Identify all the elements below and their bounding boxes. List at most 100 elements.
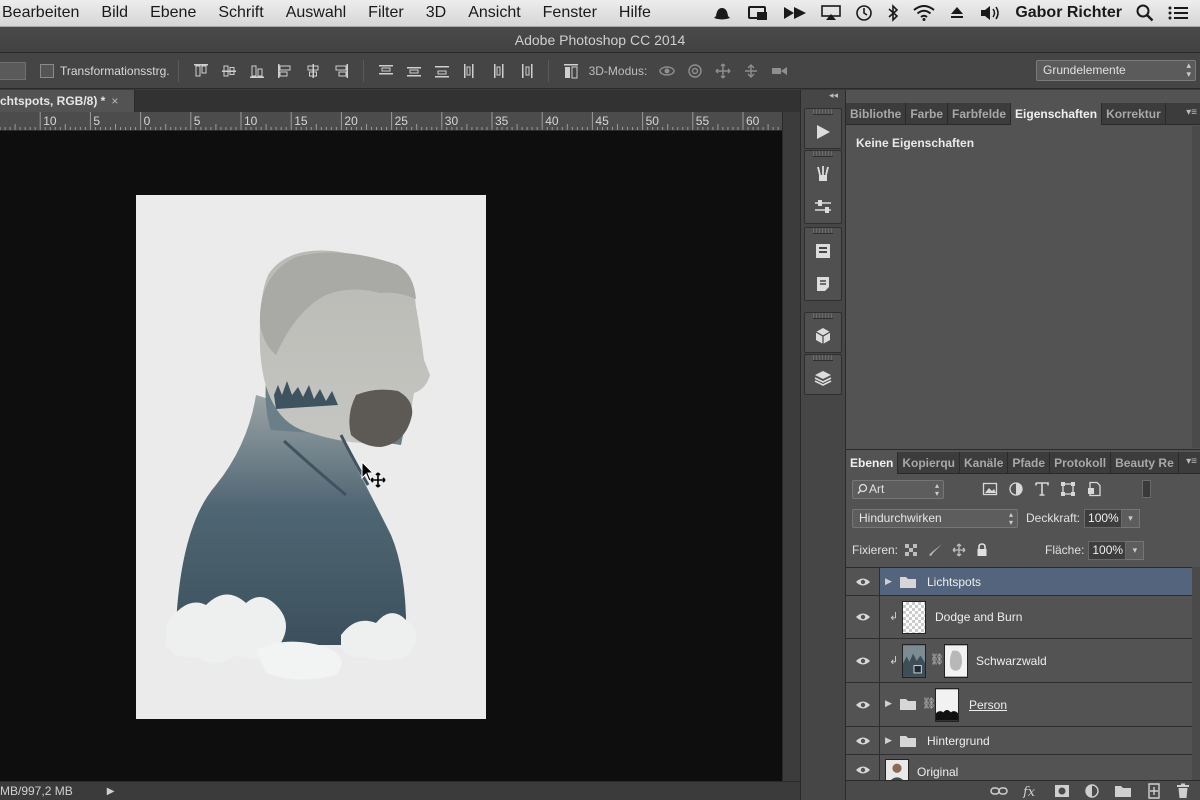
distribute-vertical-center-icon[interactable] (403, 60, 425, 82)
dock-actions-button[interactable] (805, 115, 841, 148)
link-icon[interactable]: ⛓ (930, 653, 944, 666)
spotlight-search-icon[interactable] (1136, 4, 1154, 22)
type-layer-filter-icon[interactable] (1034, 481, 1050, 497)
hat-icon[interactable] (711, 5, 733, 21)
menu-bearbeiten[interactable]: Bearbeiten (0, 4, 90, 22)
document-tab[interactable]: chtspots, RGB/8) * × (0, 90, 135, 112)
user-name[interactable]: Gabor Richter (1015, 4, 1122, 22)
layer-mask-thumbnail[interactable] (935, 688, 959, 722)
fill-slider-toggle[interactable]: ▾ (1126, 540, 1145, 560)
auto-align-layers-icon[interactable] (560, 60, 582, 82)
new-layer-icon[interactable] (1146, 782, 1162, 799)
layer-row-person[interactable]: ▶ ⛓ Person (846, 683, 1192, 727)
tab-kopierquelle[interactable]: Kopierqu (898, 452, 961, 474)
vertical-scrollbar[interactable] (782, 112, 800, 781)
status-menu-arrow-icon[interactable]: ▶ (107, 786, 115, 797)
layer-name[interactable]: Person (969, 698, 1007, 712)
notification-center-icon[interactable] (1168, 5, 1188, 21)
shape-layer-filter-icon[interactable] (1060, 481, 1076, 497)
visibility-toggle[interactable] (846, 683, 880, 726)
expand-arrow-icon[interactable]: ▶ (885, 576, 892, 587)
layer-row-original[interactable]: Original (846, 755, 1192, 780)
airplay-icon[interactable] (821, 5, 842, 21)
dock-3d-button[interactable] (805, 319, 841, 352)
layer-effects-fx-icon[interactable]: fx (1022, 784, 1040, 798)
layer-row-schwarzwald[interactable]: ↲ ⛓ Schwarzwald (846, 639, 1192, 683)
visibility-toggle[interactable] (846, 596, 880, 638)
tab-korrekturen[interactable]: Korrektur (1102, 103, 1166, 125)
opacity-input[interactable]: 100% (1084, 508, 1123, 528)
lock-all-icon[interactable] (975, 543, 989, 557)
layer-name[interactable]: Dodge and Burn (935, 610, 1022, 624)
3d-orbit-icon[interactable] (656, 60, 678, 82)
pixel-layer-filter-icon[interactable] (982, 481, 998, 497)
visibility-toggle[interactable] (846, 755, 880, 780)
distribute-horizontal-center-icon[interactable] (487, 60, 509, 82)
adjustment-layer-filter-icon[interactable] (1008, 481, 1024, 497)
layer-mask-thumbnail[interactable] (944, 644, 968, 678)
close-icon[interactable]: × (111, 94, 118, 108)
menu-3d[interactable]: 3D (415, 4, 457, 22)
expand-arrow-icon[interactable]: ▶ (885, 698, 892, 709)
expand-arrow-icon[interactable]: ▶ (885, 735, 892, 746)
menu-bild[interactable]: Bild (90, 4, 139, 22)
time-machine-icon[interactable] (855, 4, 873, 22)
horizontal-ruler[interactable]: 10 5 0 5 10 15 20 25 30 35 40 45 50 55 60 (0, 112, 782, 131)
menu-schrift[interactable]: Schrift (207, 4, 274, 22)
layer-row-lichtspots[interactable]: ▶ Lichtspots (846, 568, 1192, 596)
align-top-icon[interactable] (190, 60, 212, 82)
fast-forward-icon[interactable] (783, 5, 807, 21)
smart-object-filter-icon[interactable] (1086, 481, 1102, 497)
new-group-folder-icon[interactable] (1114, 784, 1132, 798)
3d-slide-icon[interactable] (740, 60, 762, 82)
align-bottom-icon[interactable] (246, 60, 268, 82)
menu-fenster[interactable]: Fenster (532, 4, 608, 22)
distribute-bottom-icon[interactable] (431, 60, 453, 82)
tab-protokoll[interactable]: Protokoll (1050, 452, 1112, 474)
menu-filter[interactable]: Filter (357, 4, 415, 22)
layer-name[interactable]: Lichtspots (927, 575, 981, 589)
wifi-icon[interactable] (913, 5, 935, 21)
link-icon[interactable]: ⛓ (922, 697, 936, 710)
distribute-right-icon[interactable] (515, 60, 537, 82)
display-sync-icon[interactable] (747, 5, 769, 21)
distribute-top-icon[interactable] (375, 60, 397, 82)
fill-input[interactable]: 100% (1088, 540, 1127, 560)
tab-farbfelder[interactable]: Farbfelde (948, 103, 1012, 125)
visibility-toggle[interactable] (846, 639, 880, 682)
3d-scale-icon[interactable] (768, 60, 790, 82)
tab-bibliotheken[interactable]: Bibliothe (846, 103, 907, 125)
document-canvas[interactable] (136, 195, 486, 719)
layer-name[interactable]: Schwarzwald (976, 654, 1047, 668)
lock-image-pixels-icon[interactable] (927, 543, 943, 557)
layer-name[interactable]: Hintergrund (927, 734, 990, 748)
3d-roll-icon[interactable] (684, 60, 706, 82)
layer-thumbnail[interactable] (885, 759, 909, 780)
dock-info-button[interactable] (805, 234, 841, 267)
lock-transparent-pixels-icon[interactable] (904, 543, 918, 557)
opacity-slider-toggle[interactable]: ▾ (1122, 508, 1141, 528)
layer-name[interactable]: Original (917, 765, 958, 779)
tab-eigenschaften[interactable]: Eigenschaften (1011, 103, 1103, 125)
volume-icon[interactable] (979, 5, 1001, 21)
dock-notes-button[interactable] (805, 267, 841, 300)
align-right-icon[interactable] (330, 60, 352, 82)
layer-row-dodge-and-burn[interactable]: ↲ Dodge and Burn (846, 596, 1192, 639)
dock-adjustments-button[interactable] (805, 190, 841, 223)
layer-filter-kind-select[interactable]: Art ▴ ▾ (852, 479, 944, 499)
link-layers-icon[interactable] (990, 785, 1008, 797)
layers-scrollbar[interactable] (1192, 567, 1200, 780)
new-adjustment-layer-icon[interactable] (1084, 783, 1100, 799)
menu-ebene[interactable]: Ebene (139, 4, 207, 22)
trash-icon[interactable] (1176, 783, 1190, 799)
panel-menu-icon[interactable]: ▾≡ (1186, 456, 1197, 467)
panel-menu-icon[interactable]: ▾≡ (1186, 107, 1197, 118)
visibility-toggle[interactable] (846, 568, 880, 595)
menu-ansicht[interactable]: Ansicht (457, 4, 531, 22)
menu-auswahl[interactable]: Auswahl (275, 4, 357, 22)
dock-brush-presets-button[interactable] (805, 157, 841, 190)
eject-icon[interactable] (949, 5, 965, 21)
tab-kanaele[interactable]: Kanäle (960, 452, 1009, 474)
align-horizontal-center-icon[interactable] (302, 60, 324, 82)
align-vertical-center-icon[interactable] (218, 60, 240, 82)
